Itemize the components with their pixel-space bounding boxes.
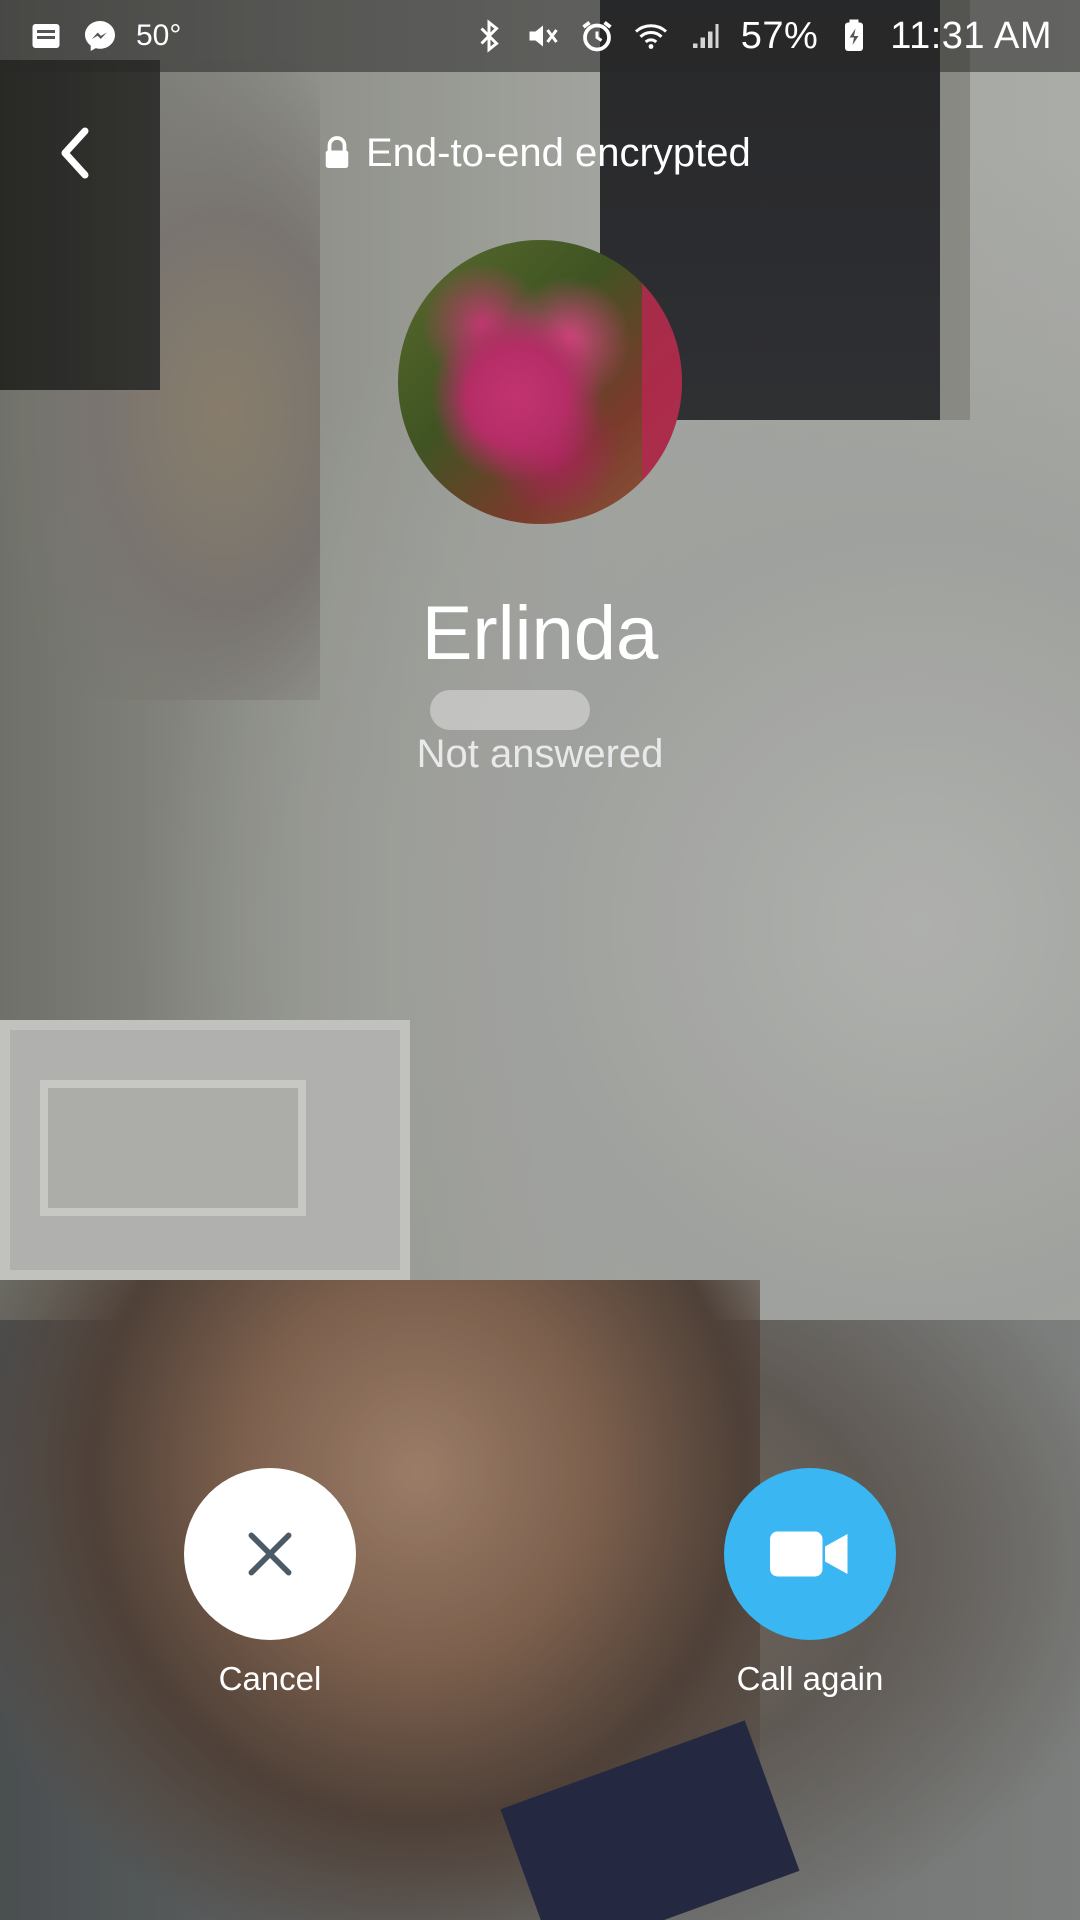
cancel-button[interactable] [184, 1468, 356, 1640]
contact-avatar [398, 240, 682, 524]
close-icon [248, 1532, 292, 1576]
bluetooth-icon [480, 19, 499, 53]
messenger-icon [85, 21, 115, 51]
notification-icon [32, 24, 60, 48]
mute-icon [529, 25, 558, 47]
chevron-left-icon [61, 127, 89, 179]
call-again-label: Call again [736, 1660, 884, 1697]
clock: 11:31 AM [890, 14, 1052, 57]
encryption-label: End-to-end encrypted [366, 130, 751, 175]
lock-icon [325, 136, 349, 168]
contact-name: Erlinda [421, 591, 659, 676]
battery-charging-icon [845, 19, 864, 51]
call-header: End-to-end encrypted [0, 118, 1080, 188]
status-bar: 50° 57% 11:31 AM [0, 0, 1080, 72]
wifi-icon [634, 24, 667, 49]
battery-percent: 57% [740, 14, 819, 57]
temperature: 50° [136, 19, 182, 52]
call-status: Not answered [416, 732, 664, 776]
signal-icon [692, 24, 719, 48]
back-button[interactable] [40, 118, 110, 188]
video-camera-icon [770, 1531, 848, 1577]
encryption-indicator: End-to-end encrypted [322, 118, 751, 188]
call-again-button[interactable] [724, 1468, 896, 1640]
cancel-label: Cancel [218, 1660, 322, 1697]
alarm-icon [582, 21, 612, 52]
